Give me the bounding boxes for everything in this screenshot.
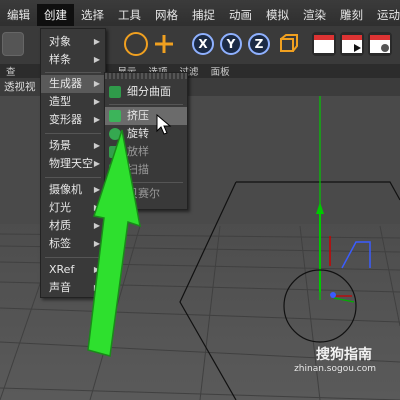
annotation-arrow — [87, 129, 141, 357]
watermark-brand: 搜狗指南 — [316, 347, 372, 363]
watermark-url: zhinan.sogou.com — [294, 364, 376, 374]
